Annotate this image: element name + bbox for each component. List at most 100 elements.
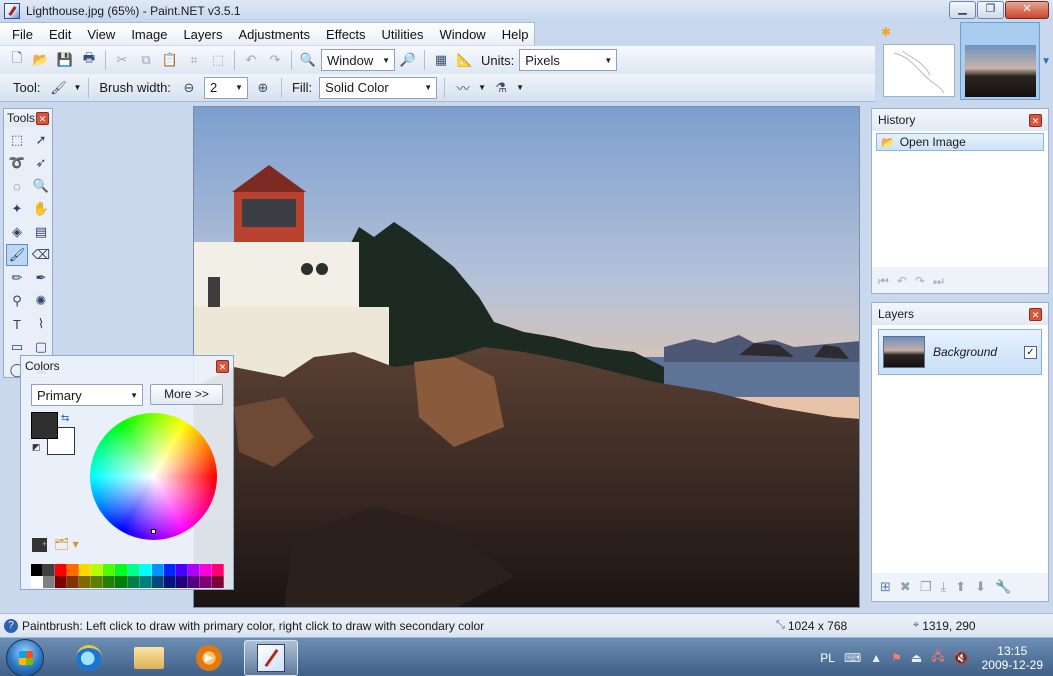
taskbar-paintdotnet[interactable] xyxy=(244,640,298,676)
palette-swatch[interactable] xyxy=(115,564,128,576)
palette-swatch[interactable] xyxy=(31,564,44,576)
open-icon[interactable]: 📂 xyxy=(30,49,52,71)
move-layer-up-icon[interactable]: ⬆ xyxy=(955,579,966,595)
print-icon[interactable]: 🖶 xyxy=(78,49,100,71)
zoom-tool-icon[interactable]: 🔍 xyxy=(30,175,52,197)
lasso-select-tool-icon[interactable]: ➰ xyxy=(6,152,28,174)
palette-swatch[interactable] xyxy=(175,564,188,576)
crop-to-selection-icon[interactable]: ⌗ xyxy=(183,49,205,71)
layer-properties-icon[interactable]: 🔧 xyxy=(995,579,1011,595)
palette-swatch[interactable] xyxy=(163,564,176,576)
primary-color-swatch[interactable] xyxy=(31,412,58,439)
palette-menu-icon[interactable]: 🗂 ▾ xyxy=(54,537,79,551)
menu-effects[interactable]: Effects xyxy=(318,27,374,42)
menu-file[interactable]: File xyxy=(4,27,41,42)
add-color-to-palette-icon[interactable]: + xyxy=(32,538,47,552)
color-picker-tool-icon[interactable]: ✒ xyxy=(30,267,52,289)
language-indicator[interactable]: PL xyxy=(820,651,835,665)
maximize-button[interactable]: ❐ xyxy=(977,1,1004,19)
close-icon[interactable]: ✕ xyxy=(216,359,229,373)
keyboard-icon[interactable]: ⌨ xyxy=(844,651,861,665)
clone-stamp-tool-icon[interactable]: ⚲ xyxy=(6,290,28,312)
minimize-button[interactable]: ▁ xyxy=(949,1,976,19)
pencil-tool-icon[interactable]: ✏ xyxy=(6,267,28,289)
ellipse-select-tool-icon[interactable]: ◌ xyxy=(6,175,28,197)
paintbrush-tool-icon[interactable]: 🖌 xyxy=(6,244,28,266)
line-curve-tool-icon[interactable]: ⌇ xyxy=(30,313,52,335)
palette-swatch[interactable] xyxy=(55,564,68,576)
color-mode-dropdown[interactable]: Primary ▼ xyxy=(31,384,143,406)
grid-icon[interactable]: ▦ xyxy=(430,49,452,71)
cut-icon[interactable]: ✂ xyxy=(111,49,133,71)
palette-swatch[interactable] xyxy=(115,576,128,588)
swap-colors-icon[interactable]: ⇆ xyxy=(61,413,69,424)
text-tool-icon[interactable]: T xyxy=(6,313,28,335)
clock[interactable]: 13:15 2009-12-29 xyxy=(982,644,1043,672)
reset-colors-icon[interactable]: ◩ xyxy=(32,442,41,453)
save-icon[interactable]: 💾 xyxy=(54,49,76,71)
layer-visibility-checkbox[interactable]: ✓ xyxy=(1024,345,1037,359)
merge-layer-down-icon[interactable]: ⤓ xyxy=(940,579,946,595)
fast-forward-icon[interactable]: ⏭ xyxy=(933,274,944,289)
palette-swatch[interactable] xyxy=(79,576,92,588)
palette-swatch[interactable] xyxy=(67,576,80,588)
palette-swatch[interactable] xyxy=(67,564,80,576)
rewind-icon[interactable]: ⏮ xyxy=(878,274,889,289)
menu-help[interactable]: Help xyxy=(494,27,537,42)
network-icon[interactable]: 🖧 xyxy=(931,647,944,668)
palette-swatch[interactable] xyxy=(163,576,176,588)
palette-swatch[interactable] xyxy=(187,564,200,576)
zoom-in-icon[interactable]: 🔎 xyxy=(397,49,419,71)
palette-swatch[interactable] xyxy=(139,576,152,588)
action-center-flag-icon[interactable]: ⚑ xyxy=(891,651,902,665)
brush-width-dropdown[interactable]: 2 ▼ xyxy=(203,76,248,99)
move-selected-tool-icon[interactable]: ➶ xyxy=(30,152,52,174)
safely-remove-icon[interactable]: ⏏ xyxy=(911,651,922,665)
palette-swatch[interactable] xyxy=(91,576,104,588)
color-wheel[interactable] xyxy=(90,413,217,540)
palette-swatch[interactable] xyxy=(199,576,212,588)
palette-swatch[interactable] xyxy=(103,564,116,576)
taskbar-internet-explorer[interactable] xyxy=(62,640,116,676)
palette-swatch[interactable] xyxy=(79,564,92,576)
new-image-icon[interactable]: 🗋 xyxy=(6,49,28,71)
palette-swatch[interactable] xyxy=(211,564,224,576)
palette-swatch[interactable] xyxy=(43,564,56,576)
paste-icon[interactable]: 📋 xyxy=(159,49,181,71)
palette-swatch[interactable] xyxy=(103,576,116,588)
add-layer-icon[interactable]: ⊞ xyxy=(880,579,891,595)
paintdotnet-app-icon[interactable] xyxy=(4,3,20,19)
close-icon[interactable]: ✕ xyxy=(36,111,49,125)
close-icon[interactable]: ✕ xyxy=(1029,113,1042,127)
delete-layer-icon[interactable]: ✖ xyxy=(900,579,911,595)
gradient-tool-icon[interactable]: ▤ xyxy=(30,221,52,243)
history-item[interactable]: 📂 Open Image xyxy=(876,133,1044,151)
palette-swatch[interactable] xyxy=(187,576,200,588)
fill-dropdown[interactable]: Solid Color ▼ xyxy=(319,76,438,99)
taskbar-explorer[interactable] xyxy=(122,640,176,676)
palette-swatch[interactable] xyxy=(211,576,224,588)
rectangle-select-tool-icon[interactable]: ⬚ xyxy=(6,129,28,151)
magic-wand-tool-icon[interactable]: ✦ xyxy=(6,198,28,220)
menu-edit[interactable]: Edit xyxy=(41,27,79,42)
close-button[interactable]: ✕ xyxy=(1005,1,1049,19)
eraser-tool-icon[interactable]: ⌫ xyxy=(30,244,52,266)
menu-window[interactable]: Window xyxy=(431,27,493,42)
menu-adjustments[interactable]: Adjustments xyxy=(230,27,318,42)
deselect-icon[interactable]: ⬚ xyxy=(207,49,229,71)
menu-view[interactable]: View xyxy=(79,27,123,42)
show-hidden-icons-icon[interactable]: ▲ xyxy=(870,651,882,665)
palette-swatch[interactable] xyxy=(139,564,152,576)
alpha-blending-icon[interactable]: ⚗ xyxy=(490,77,512,99)
palette-swatch[interactable] xyxy=(151,564,164,576)
menu-layers[interactable]: Layers xyxy=(175,27,230,42)
palette-swatch[interactable] xyxy=(43,576,56,588)
move-selection-tool-icon[interactable]: ➚ xyxy=(30,129,52,151)
undo-icon[interactable]: ↶ xyxy=(240,49,262,71)
decrease-width-icon[interactable]: ⊖ xyxy=(178,77,200,99)
image-canvas[interactable] xyxy=(193,106,860,608)
undo-icon[interactable]: ↶ xyxy=(897,274,907,289)
copy-icon[interactable]: ⧉ xyxy=(135,49,157,71)
zoom-dropdown[interactable]: Window ▼ xyxy=(321,49,395,71)
chevron-down-icon[interactable]: ▼ xyxy=(1041,56,1051,67)
